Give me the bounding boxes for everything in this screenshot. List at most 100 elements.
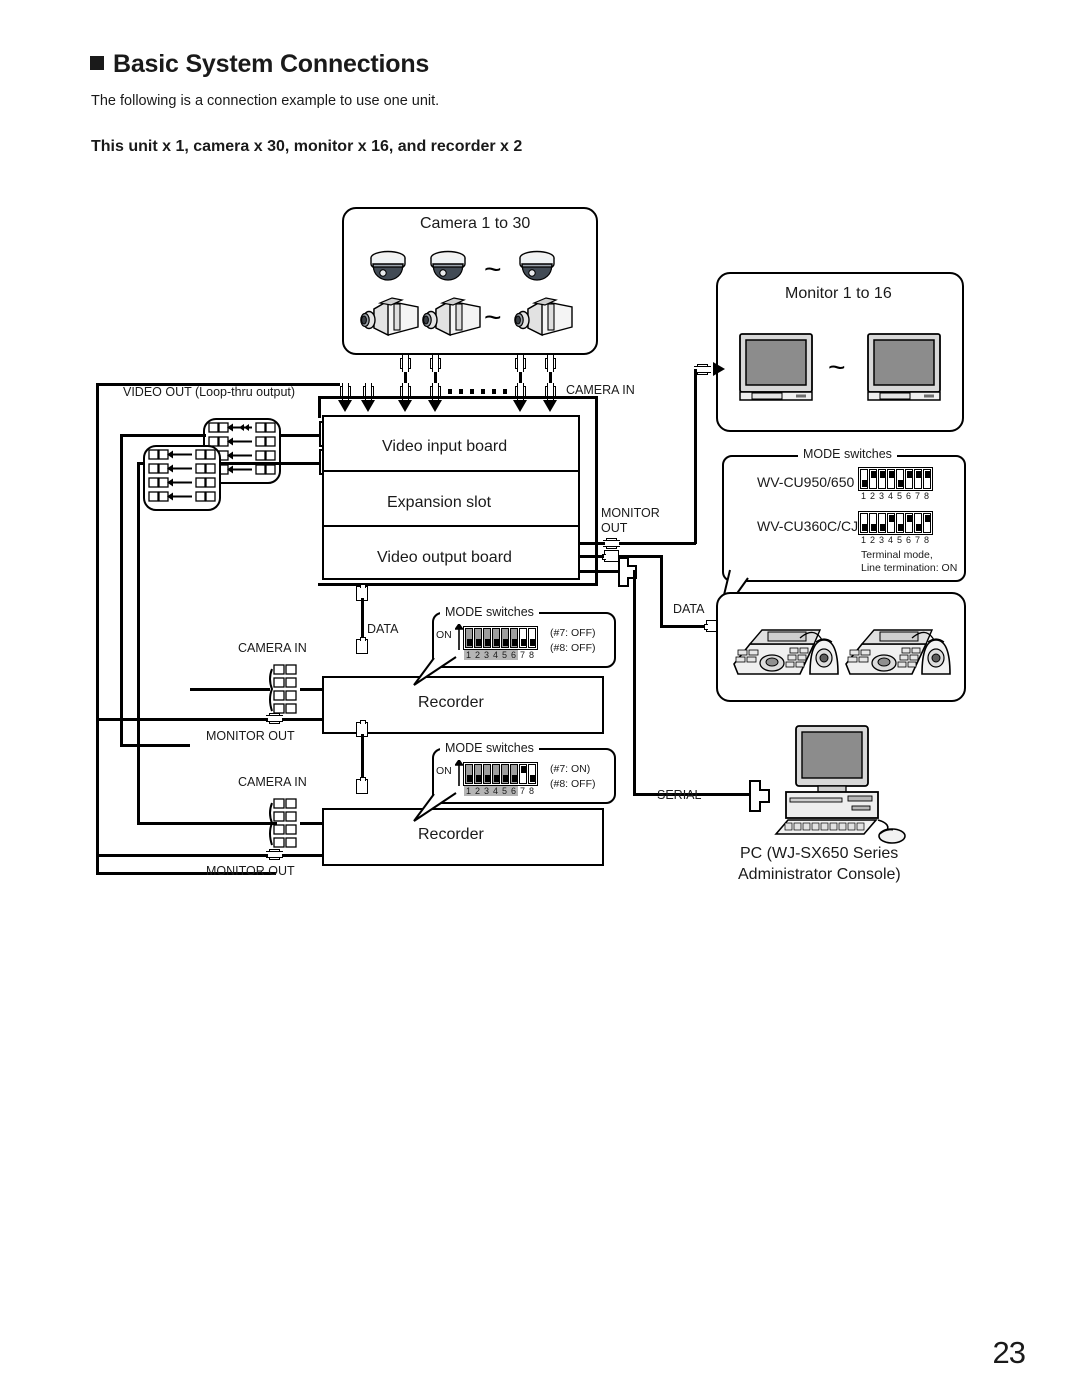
dip-number-7: 7 bbox=[519, 786, 525, 796]
camera-ellipsis-tilde-2: ~ bbox=[484, 301, 502, 334]
dip-switch-7[interactable] bbox=[519, 764, 527, 784]
dip-switch-2[interactable] bbox=[474, 764, 482, 784]
monitor-out-cable bbox=[694, 369, 697, 544]
dip-knob bbox=[925, 515, 931, 522]
dip-number-5: 5 bbox=[896, 535, 902, 545]
recorder1-on-label: ON bbox=[436, 629, 452, 641]
dip-switch-4[interactable] bbox=[887, 513, 895, 533]
bnc-connector-icon bbox=[400, 355, 411, 372]
dip-switch-4[interactable] bbox=[887, 469, 895, 489]
recorder1-dip-numbers: 12345678 bbox=[464, 650, 536, 660]
dip-switch-6[interactable] bbox=[510, 764, 518, 784]
cu950-dip-switches[interactable] bbox=[858, 467, 933, 491]
monitor-icon bbox=[738, 332, 814, 402]
dip-switch-8[interactable] bbox=[923, 513, 931, 533]
dip-number-1: 1 bbox=[464, 650, 473, 660]
recorder2-note-1: (#7: ON) bbox=[550, 763, 591, 775]
dip-switch-6[interactable] bbox=[510, 628, 518, 648]
dip-knob bbox=[889, 515, 895, 522]
dip-switch-2[interactable] bbox=[869, 469, 877, 489]
cu360-dip-switches[interactable] bbox=[858, 511, 933, 535]
dip-number-4: 4 bbox=[491, 786, 500, 796]
dip-switch-1[interactable] bbox=[860, 469, 868, 489]
signal-arrow bbox=[398, 400, 412, 412]
recorder2-camera-in-connectors bbox=[266, 797, 302, 856]
dip-switch-6[interactable] bbox=[905, 469, 913, 489]
dip-switch-3[interactable] bbox=[878, 469, 886, 489]
recorder1-note-1: (#7: OFF) bbox=[550, 627, 596, 639]
dip-number-8: 8 bbox=[923, 535, 929, 545]
dip-knob bbox=[476, 639, 482, 646]
dip-switch-3[interactable] bbox=[483, 628, 491, 648]
dip-switch-5[interactable] bbox=[896, 469, 904, 489]
signal-arrow bbox=[543, 400, 557, 412]
dip-number-2: 2 bbox=[869, 535, 875, 545]
serial-label: SERIAL bbox=[657, 788, 702, 802]
cu360-dip-numbers: 12345678 bbox=[859, 535, 931, 545]
signal-arrow bbox=[338, 400, 352, 412]
dip-switch-5[interactable] bbox=[896, 513, 904, 533]
dip-switch-2[interactable] bbox=[474, 628, 482, 648]
system-controller-icon bbox=[728, 618, 846, 690]
monitor-out-cable bbox=[580, 542, 605, 545]
dip-switch-7[interactable] bbox=[519, 628, 527, 648]
dip-knob bbox=[871, 524, 877, 531]
bnc-connector-icon bbox=[266, 849, 283, 860]
dip-number-7: 7 bbox=[914, 491, 920, 501]
recorder1-camera-in-label: CAMERA IN bbox=[238, 641, 307, 655]
dip-number-3: 3 bbox=[878, 535, 884, 545]
recorder1-dip-switches[interactable] bbox=[463, 626, 538, 650]
serial-cable bbox=[633, 570, 636, 795]
dip-switch-3[interactable] bbox=[878, 513, 886, 533]
dip-switch-4[interactable] bbox=[492, 764, 500, 784]
dip-knob bbox=[494, 639, 500, 646]
dip-switch-4[interactable] bbox=[492, 628, 500, 648]
dip-switch-7[interactable] bbox=[914, 469, 922, 489]
dip-switch-1[interactable] bbox=[465, 628, 473, 648]
data-connector-icon bbox=[356, 777, 368, 794]
system-controller-icon bbox=[840, 618, 958, 690]
dip-number-3: 3 bbox=[482, 786, 491, 796]
loop-thru-cable bbox=[280, 434, 320, 437]
dip-switch-1[interactable] bbox=[465, 764, 473, 784]
dip-switch-6[interactable] bbox=[905, 513, 913, 533]
recorder2-dip-switches[interactable] bbox=[463, 762, 538, 786]
recorder2-monitor-out-label: MONITOR OUT bbox=[206, 864, 295, 878]
data-label-controller: DATA bbox=[673, 602, 705, 616]
dip-switch-5[interactable] bbox=[501, 628, 509, 648]
dip-number-4: 4 bbox=[887, 535, 893, 545]
dip-knob bbox=[512, 775, 518, 782]
monitor-icon bbox=[866, 332, 942, 402]
pc-caption-line1: PC (WJ-SX650 Series bbox=[740, 845, 899, 862]
dip-number-6: 6 bbox=[509, 786, 518, 796]
dip-switch-8[interactable] bbox=[528, 628, 536, 648]
dip-switch-8[interactable] bbox=[528, 764, 536, 784]
monitor-ellipsis-tilde: ~ bbox=[828, 351, 846, 384]
dip-switch-1[interactable] bbox=[860, 513, 868, 533]
loop-thru-cable bbox=[120, 434, 206, 437]
dip-knob bbox=[925, 471, 931, 478]
video-out-routing bbox=[120, 744, 190, 747]
controller-row-label-950: WV-CU950/650 bbox=[757, 474, 855, 490]
bnc-connector-icon bbox=[266, 713, 283, 724]
dip-switch-7[interactable] bbox=[914, 513, 922, 533]
dip-knob bbox=[862, 524, 868, 531]
board-label-video-output: Video output board bbox=[377, 549, 512, 566]
bnc-connector-icon bbox=[603, 538, 620, 549]
controller-mode-panel-title: MODE switches bbox=[798, 447, 897, 461]
dip-switch-5[interactable] bbox=[501, 764, 509, 784]
dip-knob bbox=[485, 775, 491, 782]
serial-cable bbox=[580, 570, 619, 573]
dip-number-4: 4 bbox=[491, 650, 500, 660]
recorder1-monitor-out-label: MONITOR OUT bbox=[206, 729, 295, 743]
dip-switch-2[interactable] bbox=[869, 513, 877, 533]
loop-thru-cable bbox=[220, 462, 320, 465]
dip-switch-8[interactable] bbox=[923, 469, 931, 489]
dip-number-8: 8 bbox=[528, 786, 534, 796]
dip-number-3: 3 bbox=[482, 650, 491, 660]
recorder-label-1: Recorder bbox=[418, 694, 484, 711]
camera-in-ellipsis-dots bbox=[448, 389, 510, 394]
recorder1-balloon-tail bbox=[404, 655, 464, 692]
dip-switch-3[interactable] bbox=[483, 764, 491, 784]
controller-mode-panel-title-rule-left bbox=[740, 455, 796, 457]
